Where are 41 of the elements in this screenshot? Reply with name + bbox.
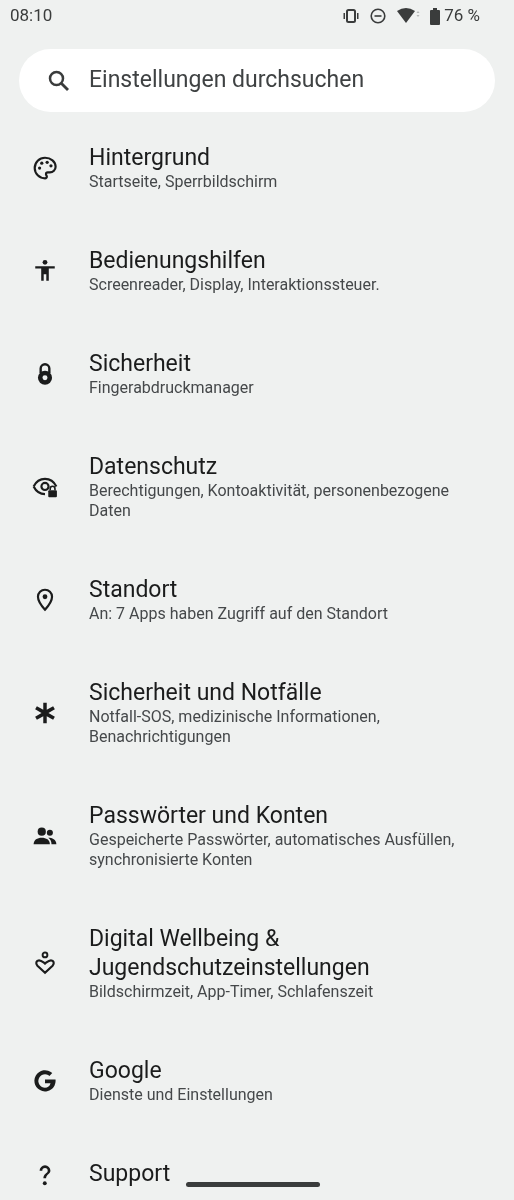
item-subtitle: An: 7 Apps haben Zugriff auf den Standort xyxy=(89,604,388,624)
item-subtitle: Bildschirmzeit, App-Timer, Schlafenszeit xyxy=(89,982,375,1002)
settings-item[interactable]: Sicherheit und Notfälle Notfall-SOS, medizinische Informationen, Benachrichtigungen xyxy=(0,651,514,774)
item-title: Standort xyxy=(89,575,179,604)
item-title: Datenschutz xyxy=(89,452,219,481)
do-not-disturb-icon xyxy=(370,8,387,24)
settings-item[interactable]: Standort An: 7 Apps haben Zugriff auf den Standort xyxy=(0,548,514,651)
battery-icon xyxy=(430,7,441,25)
item-title: Hintergrund xyxy=(89,143,212,172)
search-icon xyxy=(48,69,70,92)
palette-icon xyxy=(31,154,58,181)
settings-item[interactable]: Bedienungshilfen Screenreader, Display, Interaktionssteuer. xyxy=(0,219,514,322)
item-title: Passwörter und Konten xyxy=(89,801,330,830)
item-title: Sicherheit xyxy=(89,349,192,378)
item-subtitle: Gespeicherte Passwörter, automatisches Ausfüllen, synchronisierte Konten xyxy=(89,830,456,870)
g-icon xyxy=(31,1067,58,1094)
status-time: 08:10 xyxy=(10,4,53,28)
item-subtitle: Startseite, Sperrbildschirm xyxy=(89,172,278,192)
item-subtitle: Fingerabdruckmanager xyxy=(89,378,254,398)
vibrate-icon xyxy=(342,9,361,23)
settings-item[interactable]: Hintergrund Startseite, Sperrbildschirm xyxy=(0,116,514,219)
search-field[interactable]: Einstellungen durchsuchen xyxy=(89,63,449,98)
item-title: Google xyxy=(89,1056,163,1085)
item-title: Support xyxy=(89,1159,171,1188)
item-subtitle: Notfall-SOS, medizinische Informationen, Benachrichtigungen xyxy=(89,707,381,747)
settings-item[interactable]: Sicherheit Fingerabdruckmanager xyxy=(0,322,514,425)
search-bar[interactable]: Einstellungen durchsuchen xyxy=(19,49,495,112)
item-subtitle: Dienste und Einstellungen xyxy=(89,1085,273,1105)
item-title: Digital Wellbeing & Jugendschutzeinstellungen xyxy=(89,924,371,982)
settings-item[interactable]: Datenschutz Berechtigungen, Kontoaktivität, personenbezogene Daten xyxy=(0,425,514,548)
settings-item[interactable]: Google Dienste und Einstellungen xyxy=(0,1029,514,1132)
item-title: Bedienungshilfen xyxy=(89,246,267,275)
item-subtitle: Screenreader, Display, Interaktionssteuer. xyxy=(89,275,380,295)
wifi-icon xyxy=(396,8,421,24)
item-title: Sicherheit und Notfälle xyxy=(89,678,323,707)
item-subtitle: Berechtigungen, Kontoaktivität, personenbezogene Daten xyxy=(89,481,451,521)
settings-item[interactable]: Passwörter und Konten Gespeicherte Passwörter, automatisches Ausfüllen, synchronisierte Konten xyxy=(0,774,514,897)
gesture-bar[interactable] xyxy=(186,1182,320,1187)
settings-item[interactable]: Digital Wellbeing & Jugendschutzeinstellungen Bildschirmzeit, App-Timer, Schlafenszeit xyxy=(0,897,514,1029)
settings-item[interactable]: Support xyxy=(0,1132,514,1200)
battery-percentage: 76 % xyxy=(444,4,480,28)
